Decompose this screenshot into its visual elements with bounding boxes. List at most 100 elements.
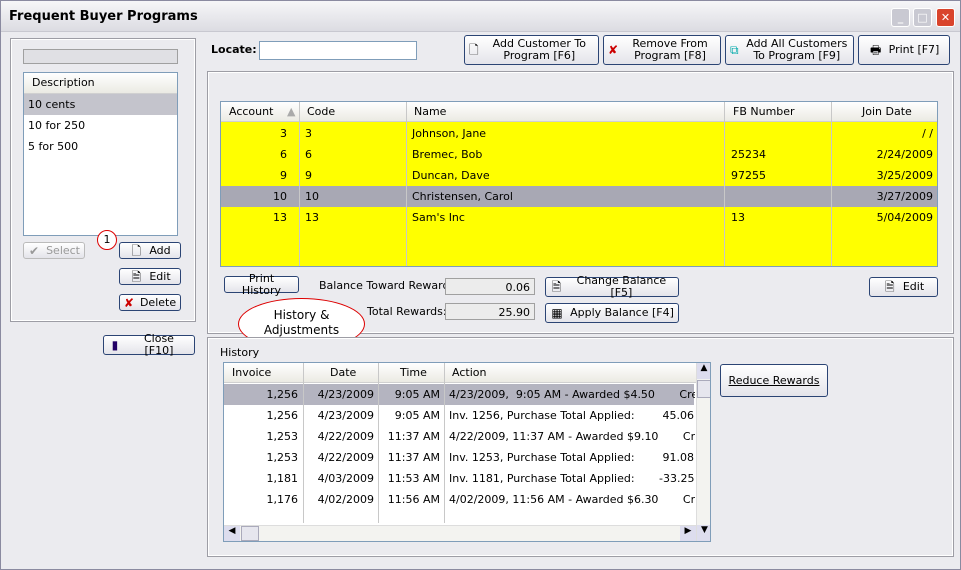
cell-invoice: 1,253 bbox=[266, 430, 299, 443]
locate-input[interactable] bbox=[259, 41, 417, 60]
cell-name: Sam's Inc bbox=[412, 211, 465, 224]
history-row[interactable]: 1,253 4/22/2009 11:37 AM Inv. 1253, Purchas… bbox=[224, 447, 695, 468]
cell-invoice: 1,181 bbox=[266, 472, 299, 485]
cell-action: 4/02/2009, 11:56 AM - Awarded $6.30 Cred… bbox=[449, 493, 695, 506]
cell-code: 13 bbox=[305, 211, 319, 224]
apply-balance-button[interactable]: ▦ Apply Balance [F4] bbox=[545, 303, 679, 323]
scroll-up-icon[interactable]: ▲ bbox=[697, 363, 710, 379]
new-doc-icon: 🗋 bbox=[131, 243, 142, 258]
close-window-button[interactable]: ✕ bbox=[936, 8, 955, 27]
cell-date: 4/22/2009 bbox=[317, 451, 374, 464]
cell-time: 11:53 AM bbox=[387, 472, 440, 485]
doc-icon: 🗎 bbox=[551, 280, 562, 294]
program-name: 10 cents bbox=[28, 98, 76, 111]
history-row[interactable]: 1,176 4/02/2009 11:56 AM 4/02/2009, 11:56 A… bbox=[224, 489, 696, 510]
cell-time: 11:37 AM bbox=[387, 430, 440, 443]
vertical-scrollbar[interactable]: ▲ ▼ bbox=[696, 363, 710, 541]
history-row[interactable]: 1,256 4/23/2009 9:05 AM Inv. 1256, Purchase… bbox=[224, 405, 695, 426]
doc-icon: 🗎 bbox=[885, 280, 895, 294]
history-row[interactable]: 1,181 4/03/2009 11:53 AM Inv. 1181, Purchas… bbox=[224, 468, 695, 489]
customer-row[interactable]: 9 9 Duncan, Dave 97255 3/25/2009 bbox=[221, 165, 937, 186]
customer-row[interactable]: 3 3 Johnson, Jane / / bbox=[221, 123, 937, 144]
delete-icon: ✘ bbox=[123, 295, 134, 310]
cell-action: 4/22/2009, 11:37 AM - Awarded $9.10 Cred… bbox=[449, 430, 695, 443]
history-table[interactable]: Invoice Date Time Action 1,176 4/02/2009 1… bbox=[223, 362, 711, 542]
remove-customer-button[interactable]: ✘ Remove From Program [F8] bbox=[603, 35, 721, 65]
cell-name: Johnson, Jane bbox=[412, 127, 487, 140]
cell-fb: 25234 bbox=[731, 148, 766, 161]
customer-row[interactable]: 10 10 Christensen, Carol 3/27/2009 bbox=[221, 186, 937, 207]
col-account[interactable]: Account bbox=[223, 105, 279, 118]
cell-time: 11:56 AM bbox=[387, 493, 440, 506]
cell-fb: 97255 bbox=[731, 169, 766, 182]
col-join-date[interactable]: Join Date bbox=[856, 105, 918, 118]
calculator-icon: ▦ bbox=[551, 306, 563, 320]
add-customer-button[interactable]: 🗋 Add Customer To Program [F6] bbox=[464, 35, 599, 65]
program-item[interactable]: 5 for 500 bbox=[24, 136, 177, 157]
minimize-button[interactable]: _ bbox=[891, 8, 910, 27]
history-row[interactable]: 1,253 4/22/2009 11:37 AM 4/22/2009, 11:37 A… bbox=[224, 426, 696, 447]
scroll-left-icon[interactable]: ◀ bbox=[224, 526, 240, 541]
program-list[interactable]: Description 10 cents 10 for 250 5 for 50… bbox=[23, 72, 178, 236]
history-label: History bbox=[220, 346, 260, 359]
cell-time: 9:05 AM bbox=[394, 409, 440, 422]
cell-account: 10 bbox=[273, 190, 287, 203]
program-progress bbox=[23, 49, 178, 64]
hscroll-thumb[interactable] bbox=[241, 526, 259, 541]
cell-account: 3 bbox=[280, 127, 287, 140]
cell-invoice: 1,256 bbox=[266, 409, 299, 422]
customers-header: Account ▲ Code Name FB Number Join Date bbox=[221, 102, 937, 122]
col-code[interactable]: Code bbox=[301, 105, 341, 118]
customers-table[interactable]: Account ▲ Code Name FB Number Join Date … bbox=[220, 101, 938, 267]
col-action[interactable]: Action bbox=[446, 366, 492, 379]
change-balance-label: Change Balance [F5] bbox=[576, 274, 667, 299]
check-icon: ✔ bbox=[29, 243, 40, 258]
scroll-down-icon[interactable]: ▼ bbox=[697, 525, 710, 541]
close-button[interactable]: ▮ Close [F10] bbox=[103, 332, 195, 357]
select-label: Select bbox=[46, 243, 80, 257]
cell-code: 9 bbox=[305, 169, 312, 182]
scroll-thumb[interactable] bbox=[697, 380, 710, 398]
step-callout: 1 bbox=[97, 230, 117, 250]
balance-label: Balance Toward Reward: bbox=[319, 279, 454, 292]
locate-label: Locate: bbox=[211, 43, 257, 56]
title-bar: Frequent Buyer Programs _ □ ✕ bbox=[1, 1, 960, 32]
cell-join: / / bbox=[922, 127, 933, 140]
select-button[interactable]: ✔ Select bbox=[23, 242, 85, 259]
customer-row[interactable]: 6 6 Bremec, Bob 25234 2/24/2009 bbox=[221, 144, 937, 165]
cell-invoice: 1,176 bbox=[266, 493, 299, 506]
col-name[interactable]: Name bbox=[408, 105, 452, 118]
history-row[interactable]: 1,256 4/23/2009 9:05 AM 4/23/2009, 9:05 AM … bbox=[224, 384, 695, 405]
cell-action: Inv. 1181, Purchase Total Applied: -33.2… bbox=[449, 472, 695, 485]
edit-label: Edit bbox=[149, 269, 171, 283]
add-all-customers-button[interactable]: ⧉ Add All Customers To Program [F9] bbox=[725, 35, 854, 65]
customer-row[interactable]: 13 13 Sam's Inc 13 5/04/2009 bbox=[221, 207, 937, 228]
add-label: Add bbox=[149, 243, 171, 257]
program-item[interactable]: 10 cents bbox=[24, 94, 177, 115]
edit-customer-button[interactable]: 🗎 Edit bbox=[869, 277, 938, 297]
cell-code: 10 bbox=[305, 190, 319, 203]
print-button[interactable]: 🖶 Print [F7] bbox=[858, 35, 950, 65]
total-rewards-label: Total Rewards: bbox=[367, 305, 447, 318]
horizontal-scrollbar[interactable]: ◀ ▶ bbox=[224, 525, 696, 541]
cell-account: 13 bbox=[273, 211, 287, 224]
col-invoice[interactable]: Invoice bbox=[226, 366, 277, 379]
delete-program-button[interactable]: ✘ Delete bbox=[119, 294, 181, 311]
cell-date: 4/23/2009 bbox=[317, 409, 374, 422]
col-date[interactable]: Date bbox=[324, 366, 362, 379]
history-header: Invoice Date Time Action bbox=[224, 363, 710, 383]
scroll-right-icon[interactable]: ▶ bbox=[680, 526, 696, 541]
frequent-buyer-window: Frequent Buyer Programs _ □ ✕ Descriptio… bbox=[0, 0, 961, 570]
close-label: Close [F10] bbox=[143, 332, 174, 357]
reduce-rewards-button[interactable]: Reduce Rewards bbox=[720, 364, 828, 397]
print-history-button[interactable]: Print History bbox=[224, 272, 299, 296]
maximize-button[interactable]: □ bbox=[913, 8, 932, 27]
edit-program-button[interactable]: 🗎 Edit bbox=[119, 268, 181, 285]
add-program-button[interactable]: 🗋 Add bbox=[119, 242, 181, 259]
cell-account: 9 bbox=[280, 169, 287, 182]
col-time[interactable]: Time bbox=[394, 366, 433, 379]
program-item[interactable]: 10 for 250 bbox=[24, 115, 177, 136]
col-fb-number[interactable]: FB Number bbox=[727, 105, 801, 118]
change-balance-button[interactable]: 🗎 Change Balance [F5] bbox=[545, 274, 679, 299]
program-list-header: Description bbox=[24, 73, 177, 94]
